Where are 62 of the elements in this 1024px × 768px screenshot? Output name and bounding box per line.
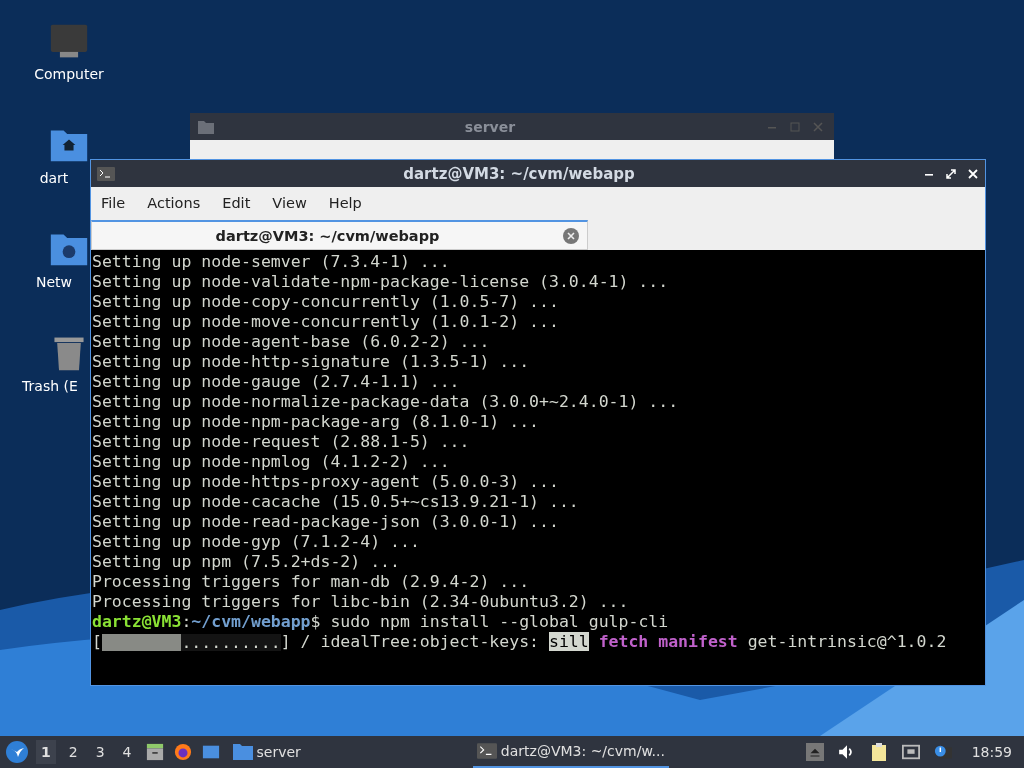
terminal-text: Setting up node-semver (7.3.4-1) ...: [92, 252, 450, 271]
menu-item[interactable]: Help: [328, 194, 362, 211]
terminal-text: [: [92, 632, 102, 651]
desktop-icon-label[interactable]: Netw: [36, 274, 72, 290]
terminal-text: Setting up node-move-concurrently (1.0.1-2) ...: [92, 312, 559, 331]
desktop-icon-label[interactable]: Computer: [34, 66, 104, 82]
menu-item[interactable]: View: [272, 194, 307, 211]
menu-item[interactable]: Edit: [222, 194, 251, 211]
menu-item[interactable]: Actions: [147, 194, 201, 211]
window-icon[interactable]: [200, 743, 221, 761]
terminal-icon: [476, 742, 497, 760]
terminal-text: Setting up node-cacache (15.0.5+~cs13.9.21-1) ...: [92, 492, 579, 511]
close-tab-icon[interactable]: [563, 227, 579, 244]
terminal-text: Setting up node-read-package-json (3.0.0-1) ...: [92, 512, 559, 531]
workspace-button[interactable]: 1: [36, 740, 56, 764]
terminal-text: Setting up node-npm-package-arg (8.1.0-1) ...: [92, 412, 540, 431]
terminal-text: Processing triggers for libc-bin (2.34-0ubuntu3.2) ...: [92, 592, 629, 611]
start-menu-icon[interactable]: [6, 741, 28, 763]
terminal-tab[interactable]: dartz@VM3: ~/cvm/webapp: [91, 220, 588, 250]
terminal-text: ..........: [180, 632, 281, 653]
terminal-text: fetch manifest: [597, 632, 738, 651]
window-title: dartz@VM3: ~/cvm/webapp: [402, 164, 636, 183]
terminal-text: Setting up node-validate-npm-package-license (3.0.4-1) ...: [92, 272, 669, 291]
terminal-text: Setting up node-agent-base (6.0.2-2) ...: [92, 332, 490, 351]
terminal-text: dartz@VM3: [92, 612, 182, 631]
terminal-text: Setting up node-copy-concurrently (1.0.5-7) ...: [92, 292, 559, 311]
desktop-icon-label[interactable]: Trash (E: [22, 378, 78, 394]
update-notification-icon[interactable]: [933, 743, 952, 761]
terminal-text: Setting up node-gyp (7.1.2-4) ...: [92, 532, 420, 551]
workspace-button[interactable]: 4: [117, 740, 137, 764]
maximize-icon[interactable]: [945, 167, 957, 180]
terminal-text: :: [181, 612, 192, 631]
terminal-text: Setting up npm (7.5.2+ds-2) ...: [92, 552, 400, 571]
eject-icon[interactable]: [805, 743, 824, 761]
terminal-text: Setting up node-http-signature (1.3.5-1) ...: [92, 352, 530, 371]
terminal-text: get-intrinsic@^1.0.2: [746, 632, 947, 651]
terminal-text: Setting up node-gauge (2.7.4-1.1) ...: [92, 372, 460, 391]
file-cabinet-icon[interactable]: [144, 743, 165, 761]
terminal-text: Setting up node-https-proxy-agent (5.0.0-3) ...: [92, 472, 559, 491]
network-icon[interactable]: [901, 743, 920, 761]
menu-item[interactable]: File: [101, 194, 126, 211]
terminal-icon: [97, 166, 115, 181]
terminal-text: ] / idealTree:object-keys:: [280, 632, 540, 651]
highlighted-text: sill: [548, 632, 589, 651]
terminal-text: Setting up node-npmlog (4.1.2-2) ...: [92, 452, 450, 471]
clock[interactable]: 18:59: [971, 744, 1012, 760]
terminal-text: $ sudo npm install --global gulp-cli: [310, 612, 669, 631]
folder-icon: [232, 743, 253, 761]
taskbar-button[interactable]: server: [228, 736, 305, 768]
terminal-text: Setting up node-normalize-package-data (3.0.0+~2.4.0-1) ...: [92, 392, 679, 411]
terminal-text: Processing triggers for man-db (2.9.4-2) ...: [92, 572, 530, 591]
terminal-text: Setting up node-request (2.88.1-5) ...: [92, 432, 470, 451]
clipboard-icon[interactable]: [869, 743, 888, 761]
browser-icon[interactable]: [172, 743, 193, 761]
desktop-icon-label[interactable]: dart: [39, 170, 69, 186]
workspace-button[interactable]: 2: [63, 740, 83, 764]
close-icon[interactable]: [967, 167, 979, 180]
terminal-text: ~/cvm/webapp: [191, 612, 311, 631]
workspace-button[interactable]: 3: [90, 740, 110, 764]
window-title: server: [463, 118, 517, 135]
taskbar-button[interactable]: dartz@VM3: ~/cvm/w...: [472, 736, 669, 768]
folder-icon: [198, 119, 214, 134]
